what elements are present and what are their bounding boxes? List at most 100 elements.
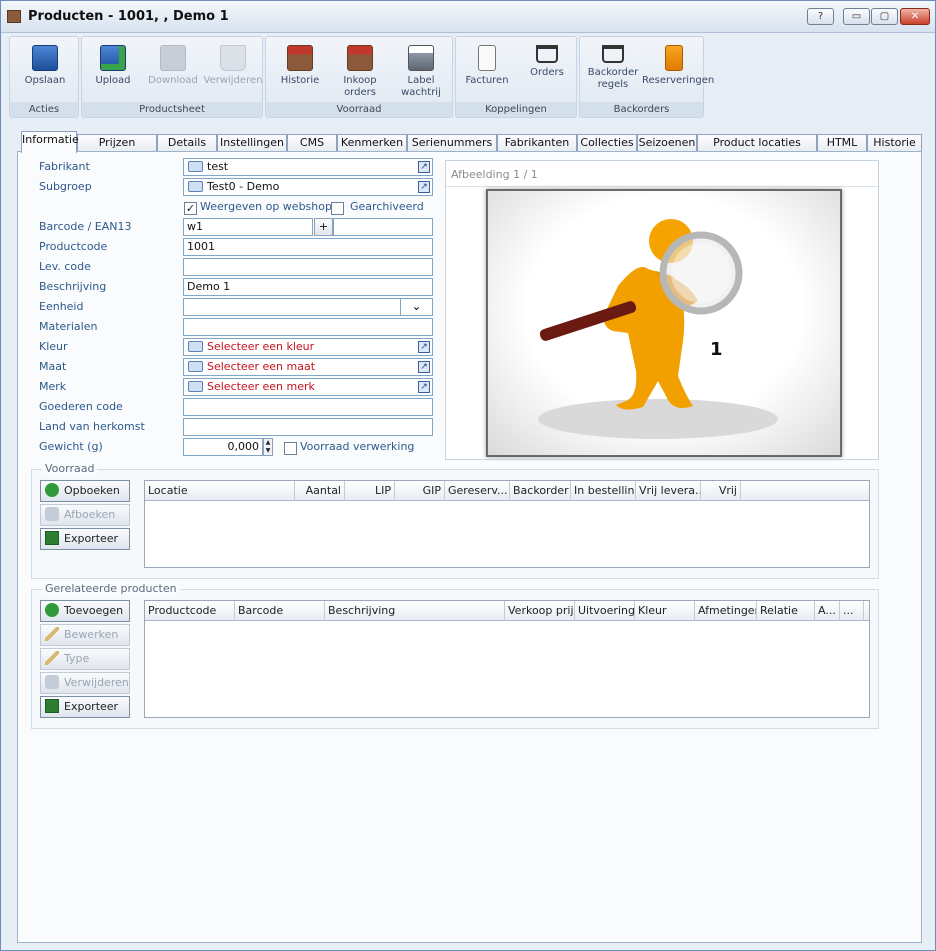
productcode-input[interactable]: 1001 — [183, 238, 433, 256]
col-in-bestelling[interactable]: In bestelling — [571, 481, 636, 501]
levcode-input[interactable] — [183, 258, 433, 276]
opboeken-button[interactable]: Opboeken — [40, 480, 130, 502]
col-more[interactable]: ... — [840, 601, 864, 621]
verwijderen-button[interactable]: Verwijderen — [202, 43, 264, 87]
tab-informatie[interactable]: Informatie — [21, 131, 79, 153]
inkoop-label-2: orders — [344, 87, 376, 98]
opslaan-button[interactable]: Opslaan — [14, 43, 76, 87]
minus-icon — [45, 507, 59, 521]
maximize-button[interactable]: ▢ — [871, 8, 898, 25]
arrow-right-icon — [188, 361, 203, 372]
barcode-input[interactable]: w1 — [183, 218, 313, 236]
tab-serienummers[interactable]: Serienummers — [407, 134, 497, 152]
eenheid-select[interactable]: ⌄ — [183, 298, 433, 316]
ribbon-group-productsheet: Upload Download Verwijderen Productsheet — [81, 36, 263, 118]
tab-prijzen[interactable]: Prijzen — [77, 134, 157, 152]
col-vrij[interactable]: Vrij — [701, 481, 741, 501]
col-locatie[interactable]: Locatie — [145, 481, 295, 501]
tab-kenmerken[interactable]: Kenmerken — [337, 134, 407, 152]
afboeken-button[interactable]: Afboeken — [40, 504, 130, 526]
tab-cms[interactable]: CMS — [287, 134, 337, 152]
col-a[interactable]: A... — [815, 601, 840, 621]
subgroep-lookup[interactable]: Test0 - Demo ↗ — [183, 178, 433, 196]
col-vrij-leverbaar[interactable]: Vrij levera... — [636, 481, 701, 501]
gewicht-spinner[interactable]: ▲ ▼ — [263, 438, 273, 456]
reserveringen-button[interactable]: Reserveringen — [642, 43, 714, 87]
download-button[interactable]: Download — [142, 43, 204, 87]
open-popup-icon[interactable]: ↗ — [418, 341, 430, 353]
open-popup-icon[interactable]: ↗ — [418, 161, 430, 173]
tab-historie[interactable]: Historie — [867, 134, 922, 152]
orders-button[interactable]: Orders — [516, 43, 578, 79]
merk-lookup[interactable]: Selecteer een merk ↗ — [183, 378, 433, 396]
upload-button[interactable]: Upload — [82, 43, 144, 87]
col-lip[interactable]: LIP — [345, 481, 395, 501]
tab-details[interactable]: Details — [157, 134, 217, 152]
barcode-add-button[interactable]: + — [314, 218, 333, 236]
col-uitvoering[interactable]: Uitvoering — [575, 601, 635, 621]
col-productcode[interactable]: Productcode — [145, 601, 235, 621]
voorraad-exporteer-button[interactable]: Exporteer — [40, 528, 130, 550]
col-gereserveerd[interactable]: Gereserv... — [445, 481, 510, 501]
materialen-input[interactable] — [183, 318, 433, 336]
tab-seizoenen[interactable]: Seizoenen — [637, 134, 697, 152]
label-beschrijving: Beschrijving — [39, 280, 107, 293]
open-popup-icon[interactable]: ↗ — [418, 181, 430, 193]
col-afmetingen[interactable]: Afmetingen — [695, 601, 757, 621]
webshop-checkbox[interactable]: ✓ — [184, 202, 197, 215]
inkoop-orders-button[interactable]: Inkoop orders — [329, 43, 391, 99]
plus-circle-icon — [45, 483, 59, 497]
fabrikant-lookup[interactable]: test ↗ — [183, 158, 433, 176]
voorraad-grid[interactable]: Locatie Aantal LIP GIP Gereserv... Backo… — [144, 480, 870, 568]
arrow-right-icon — [188, 381, 203, 392]
col-verkoop-prijs[interactable]: Verkoop prijs — [505, 601, 575, 621]
product-image[interactable]: 1 — [486, 189, 842, 457]
tab-fabrikanten[interactable]: Fabrikanten — [497, 134, 577, 152]
kleur-lookup[interactable]: Selecteer een kleur ↗ — [183, 338, 433, 356]
tab-collecties[interactable]: Collecties — [577, 134, 637, 152]
col-beschrijving[interactable]: Beschrijving — [325, 601, 505, 621]
type-button[interactable]: Type — [40, 648, 130, 670]
tab-html[interactable]: HTML — [817, 134, 867, 152]
bewerken-button[interactable]: Bewerken — [40, 624, 130, 646]
backorder-regels-button[interactable]: Backorder regels — [582, 43, 644, 91]
toevoegen-button[interactable]: Toevoegen — [40, 600, 130, 622]
voorraad-grid-header: Locatie Aantal LIP GIP Gereserv... Backo… — [145, 481, 869, 501]
chevron-down-icon[interactable]: ⌄ — [400, 299, 432, 315]
gerelateerde-verwijderen-button[interactable]: Verwijderen — [40, 672, 130, 694]
open-popup-icon[interactable]: ↗ — [418, 361, 430, 373]
maat-lookup[interactable]: Selecteer een maat ↗ — [183, 358, 433, 376]
ribbon-group-voorraad: Historie Inkoop orders Label wachtrij Vo… — [265, 36, 453, 118]
close-button[interactable]: ✕ — [900, 8, 930, 25]
col-kleur[interactable]: Kleur — [635, 601, 695, 621]
tab-instellingen[interactable]: Instellingen — [217, 134, 287, 152]
open-popup-icon[interactable]: ↗ — [418, 381, 430, 393]
label-land: Land van herkomst — [39, 420, 145, 433]
label-kleur: Kleur — [39, 340, 68, 353]
col-gip[interactable]: GIP — [395, 481, 445, 501]
image-number-overlay: 1 — [710, 339, 723, 360]
gewicht-input[interactable]: 0,000 — [183, 438, 263, 456]
goederencode-input[interactable] — [183, 398, 433, 416]
beschrijving-input[interactable]: Demo 1 — [183, 278, 433, 296]
gerelateerde-grid[interactable]: Productcode Barcode Beschrijving Verkoop… — [144, 600, 870, 718]
title-bar: Producten - 1001, , Demo 1 ? ▭ ▢ ✕ — [1, 1, 935, 33]
barcode-extra-input[interactable] — [333, 218, 433, 236]
voorraad-verwerking-label: Voorraad verwerking — [300, 440, 415, 453]
gerelateerde-exporteer-button[interactable]: Exporteer — [40, 696, 130, 718]
historie-button[interactable]: Historie — [269, 43, 331, 87]
col-aantal[interactable]: Aantal — [295, 481, 345, 501]
label-wachtrij-button[interactable]: Label wachtrij — [390, 43, 452, 99]
col-relatie[interactable]: Relatie — [757, 601, 815, 621]
help-button[interactable]: ? — [807, 8, 834, 25]
facturen-button[interactable]: Facturen — [456, 43, 518, 87]
minimize-button[interactable]: ▭ — [843, 8, 870, 25]
col-backorder[interactable]: Backorder — [510, 481, 571, 501]
voorraad-checkbox[interactable] — [284, 442, 297, 455]
archived-checkbox[interactable] — [331, 202, 344, 215]
tab-product-locaties[interactable]: Product locaties — [697, 134, 817, 152]
save-icon — [32, 45, 58, 71]
col-barcode[interactable]: Barcode — [235, 601, 325, 621]
excel-icon — [45, 531, 59, 545]
land-input[interactable] — [183, 418, 433, 436]
